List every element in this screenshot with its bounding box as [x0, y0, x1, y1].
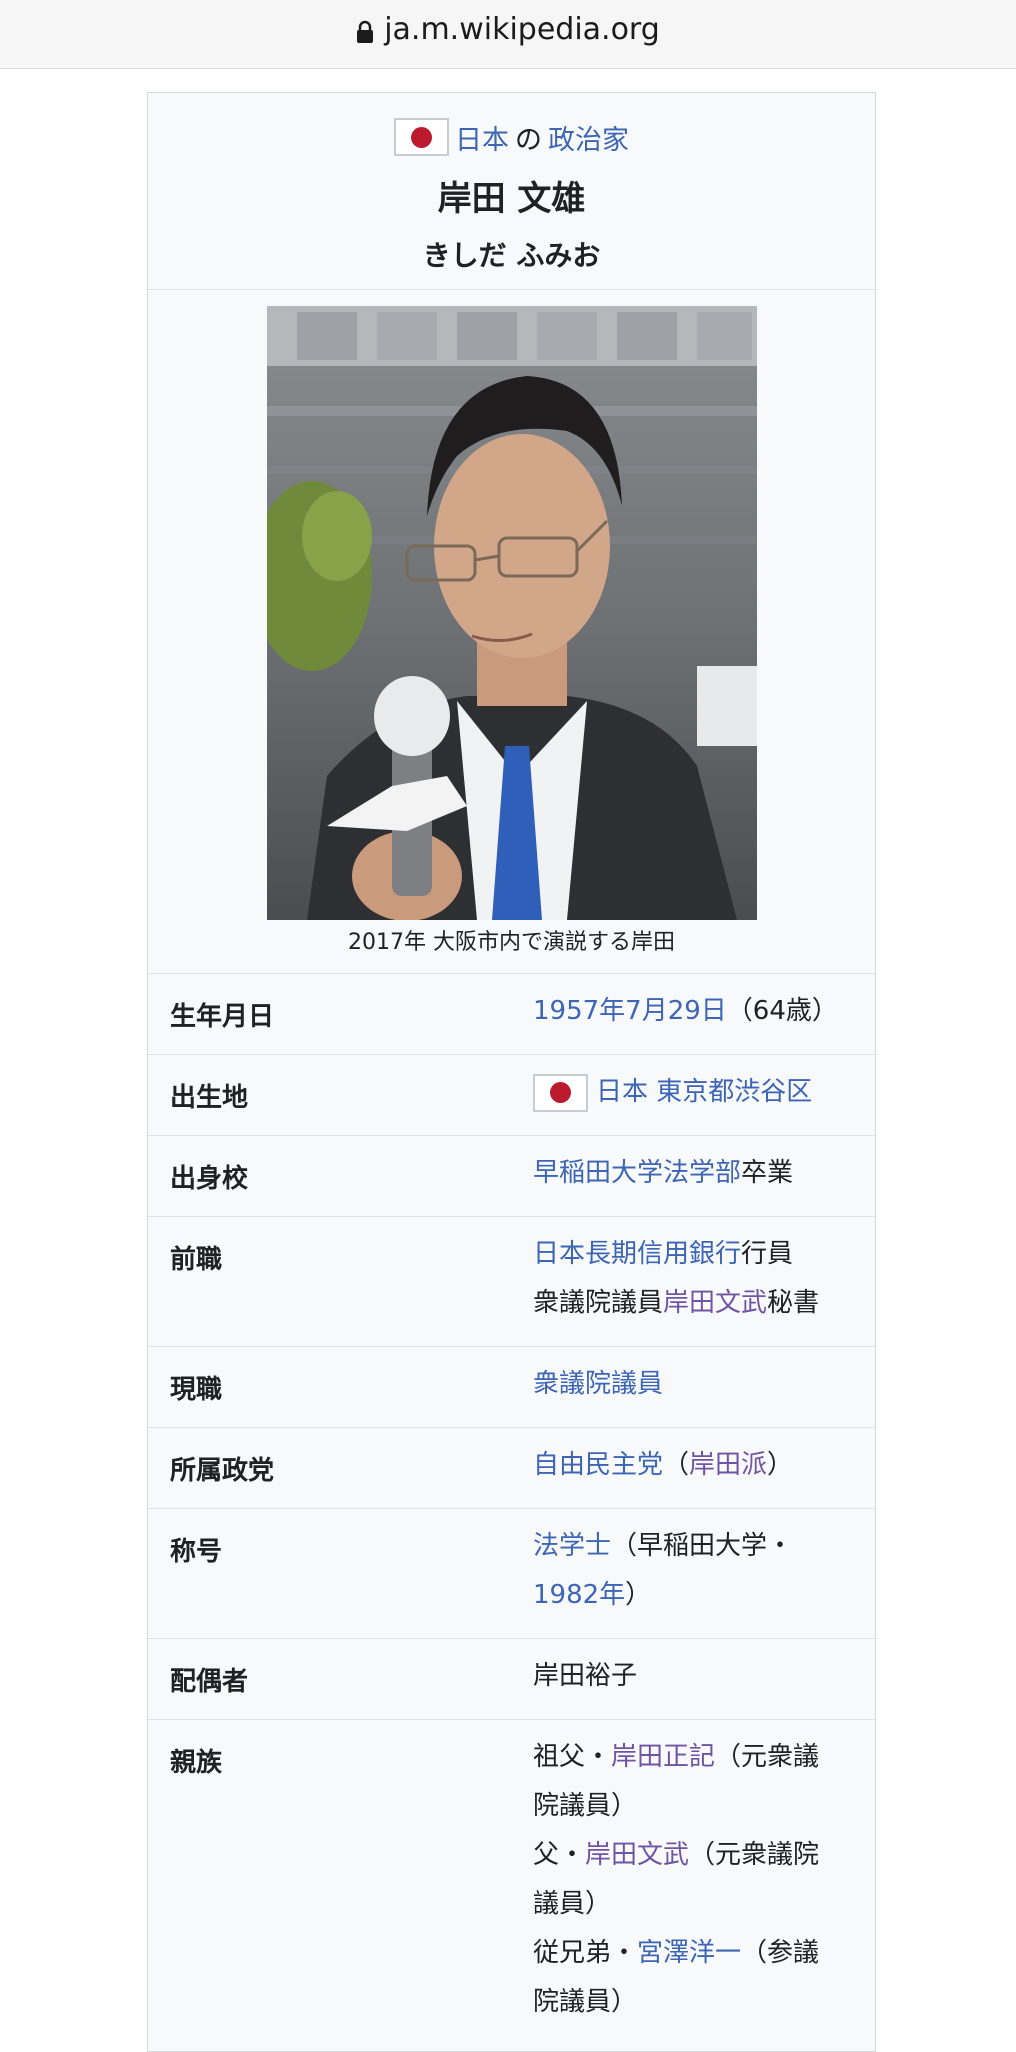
row-label: 所属政党 [170, 1456, 275, 1486]
school-suffix: 卒業 [741, 1158, 794, 1188]
bank-link[interactable]: 日本長期信用銀行 [533, 1239, 741, 1269]
fumitake-link[interactable]: 岸田文武 [663, 1288, 767, 1318]
row-label: 親族 [170, 1748, 223, 1778]
faction-link[interactable]: 岸田派 [689, 1450, 767, 1480]
row-value: 自由民主党（岸田派） [533, 1441, 853, 1490]
row-current-job: 現職 衆議院議員 [148, 1347, 875, 1428]
current-job-link[interactable]: 衆議院議員 [533, 1369, 663, 1399]
birthplace-country-link[interactable]: 日本 [596, 1077, 648, 1107]
infobox-header: 日本の政治家 岸田 文雄 きしだ ふみお [148, 93, 875, 290]
relation-detail: 議員） [533, 1889, 612, 1919]
role-link[interactable]: 政治家 [548, 118, 629, 157]
infobox: 日本の政治家 岸田 文雄 きしだ ふみお 2017年 大阪市内で演説する岸田 生… [147, 92, 876, 2052]
relation-label: 従兄弟・ [533, 1938, 638, 1968]
masaki-link[interactable]: 岸田正記 [611, 1742, 715, 1772]
lock-icon [356, 17, 374, 43]
row-label: 称号 [170, 1537, 223, 1567]
row-party: 所属政党 自由民主党（岸田派） [148, 1428, 875, 1509]
infobox-category: 日本の政治家 [148, 117, 875, 157]
degree-detail: （早稲田大学・ [611, 1531, 794, 1561]
japan-flag-icon[interactable] [533, 1073, 588, 1112]
paren-close: ） [767, 1450, 794, 1480]
row-value: 衆議院議員 [533, 1360, 853, 1409]
paren-close: ） [625, 1580, 652, 1610]
job-suffix: 秘書 [767, 1288, 820, 1318]
job-suffix: 行員 [741, 1239, 794, 1269]
url-text: ja.m.wikipedia.org [384, 11, 660, 47]
relation-detail: 院議員） [533, 1987, 638, 2017]
relation-detail: 院議員） [533, 1791, 638, 1821]
browser-address-bar[interactable]: ja.m.wikipedia.org [0, 0, 1016, 69]
job-prefix: 衆議院議員 [533, 1288, 664, 1318]
relation-label: 祖父・ [533, 1742, 612, 1772]
person-name: 岸田 文雄 [437, 179, 586, 219]
row-previous-job: 前職 日本長期信用銀行行員 衆議院議員岸田文武秘書 [148, 1217, 875, 1347]
row-birthdate: 生年月日 1957年7月29日（64歳） [148, 974, 875, 1055]
birthdate-link[interactable]: 1957年7月29日 [533, 996, 727, 1026]
school-link[interactable]: 早稲田大学法学部 [533, 1158, 741, 1188]
portrait-photo[interactable] [267, 306, 757, 920]
photo-section: 2017年 大阪市内で演説する岸田 [148, 290, 875, 974]
miyazawa-link[interactable]: 宮澤洋一 [637, 1938, 741, 1968]
relation-detail: （元衆議院 [689, 1840, 820, 1870]
row-label: 現職 [170, 1375, 223, 1405]
relation-detail: （参議 [741, 1938, 820, 1968]
row-label: 出身校 [170, 1164, 249, 1194]
row-degree: 称号 法学士（早稲田大学・ 1982年） [148, 1509, 875, 1639]
spouse-name: 岸田裕子 [533, 1661, 638, 1691]
country-link[interactable]: 日本 [455, 118, 509, 157]
row-value: 日本 東京都渋谷区 [533, 1068, 853, 1117]
row-value: 法学士（早稲田大学・ 1982年） [533, 1522, 853, 1620]
row-label: 出生地 [170, 1083, 249, 1113]
category-particle: の [515, 124, 542, 156]
row-label: 生年月日 [170, 1002, 275, 1032]
relation-label: 父・ [533, 1840, 586, 1870]
paren-open: （ [663, 1450, 690, 1480]
relation-detail: （元衆議 [715, 1742, 820, 1772]
year-link[interactable]: 1982年 [533, 1580, 625, 1610]
row-value: 日本長期信用銀行行員 衆議院議員岸田文武秘書 [533, 1230, 853, 1328]
row-birthplace: 出生地 日本 東京都渋谷区 [148, 1055, 875, 1136]
url-display[interactable]: ja.m.wikipedia.org [356, 12, 660, 47]
row-value: 祖父・岸田正記（元衆議 院議員） 父・岸田文武（元衆議院 議員） 従兄弟・宮澤洋… [533, 1733, 853, 2027]
japan-flag-icon[interactable] [394, 118, 449, 156]
row-school: 出身校 早稲田大学法学部卒業 [148, 1136, 875, 1217]
row-spouse: 配偶者 岸田裕子 [148, 1639, 875, 1720]
row-value: 岸田裕子 [533, 1652, 853, 1701]
row-label: 配偶者 [170, 1667, 249, 1697]
row-relatives: 親族 祖父・岸田正記（元衆議 院議員） 父・岸田文武（元衆議院 議員） 従兄弟・… [148, 1720, 875, 2050]
row-value: 早稲田大学法学部卒業 [533, 1149, 853, 1198]
row-value: 1957年7月29日（64歳） [533, 987, 853, 1036]
photo-caption: 2017年 大阪市内で演説する岸田 [348, 930, 675, 955]
birthplace-link[interactable]: 東京都渋谷区 [656, 1077, 812, 1107]
fumitake-link[interactable]: 岸田文武 [585, 1840, 689, 1870]
row-label: 前職 [170, 1245, 223, 1275]
party-link[interactable]: 自由民主党 [533, 1450, 663, 1480]
degree-link[interactable]: 法学士 [533, 1531, 611, 1561]
age-text: （64歳） [726, 996, 838, 1026]
person-name-kana: きしだ ふみお [422, 239, 601, 272]
